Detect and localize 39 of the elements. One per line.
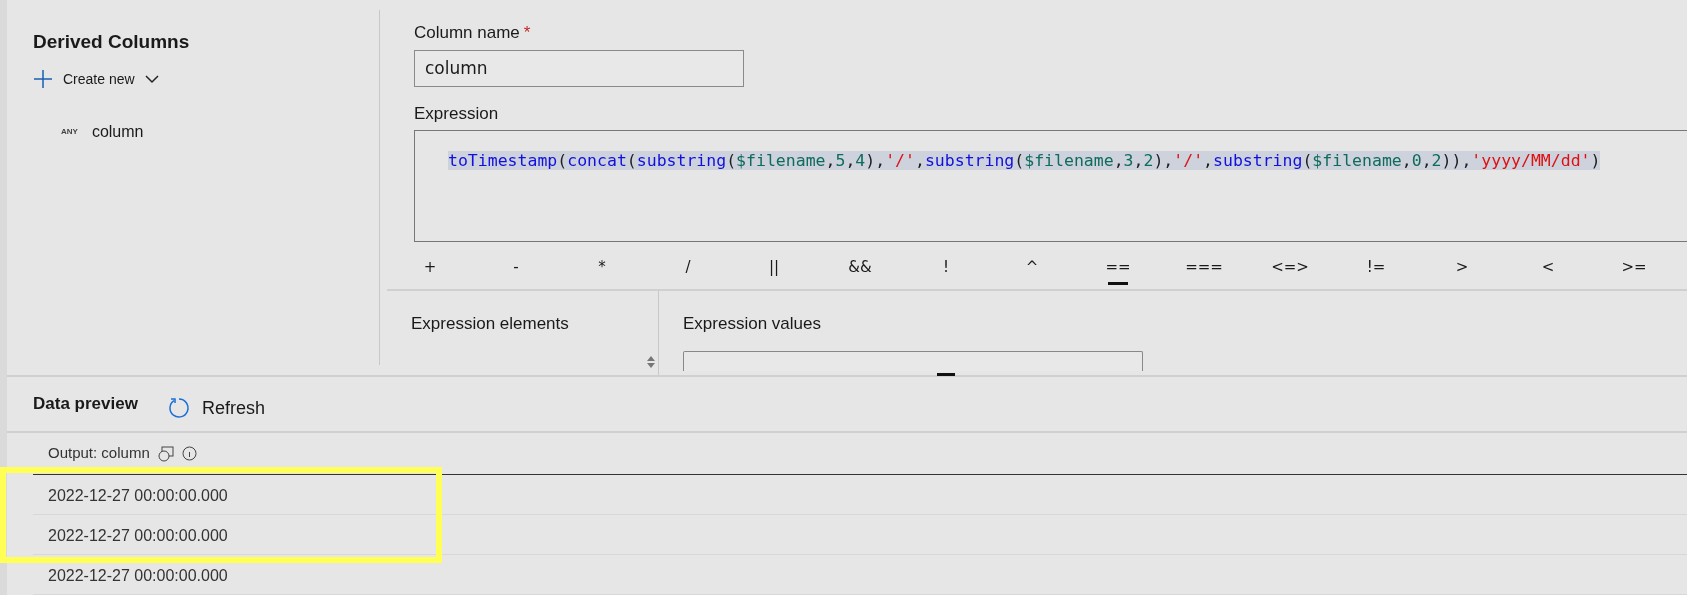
table-cell-text: 2022-12-27 00:00:00.000	[48, 485, 228, 506]
refresh-button[interactable]: Refresh	[167, 394, 265, 422]
operator-tab[interactable]: ===	[1161, 256, 1247, 285]
operator-tab[interactable]: -	[473, 256, 559, 285]
chevron-down-icon	[144, 74, 159, 84]
panel-title: Derived Columns	[33, 30, 191, 54]
operator-tab[interactable]: !	[903, 256, 989, 285]
scroll-arrows-icon	[646, 355, 656, 369]
operator-tab[interactable]: ==	[1075, 256, 1161, 285]
table-cell-text: 2022-12-27 00:00:00.000	[48, 525, 228, 546]
required-mark: *	[523, 22, 531, 44]
operator-tab[interactable]: &&	[817, 256, 903, 285]
type-label: ANY	[61, 125, 78, 138]
info-icon	[181, 446, 197, 461]
operator-tab[interactable]: *	[559, 256, 645, 285]
expression-editor[interactable]: toTimestamp(concat(substring($filename,5,4),'/',substring($filename,3,2),'/',substring($filename,0,2)),'yyyy/MM/dd')	[414, 130, 1687, 242]
table-cell-text: 2022-12-27 00:00:00.000	[48, 565, 228, 586]
refresh-icon	[167, 397, 190, 419]
operator-tab[interactable]: !=	[1333, 256, 1419, 285]
plus-icon	[33, 69, 53, 89]
column-list-item[interactable]: ANY column	[33, 119, 379, 144]
column-label: column	[91, 121, 144, 142]
operator-tab[interactable]: <=>	[1247, 256, 1333, 285]
operator-tab[interactable]: /	[645, 256, 731, 285]
field-label: Column name	[414, 22, 520, 44]
section-title: Data preview	[33, 393, 138, 416]
operator-tab[interactable]: <	[1505, 256, 1591, 285]
section-title: Expression values	[683, 313, 822, 335]
operator-tab[interactable]: ||	[731, 256, 817, 285]
operator-tab[interactable]: +	[387, 256, 473, 285]
operator-tab[interactable]: >	[1419, 256, 1505, 285]
operator-tab[interactable]: >=	[1591, 256, 1677, 285]
column-name-field[interactable]: column	[414, 49, 744, 87]
field-label: Expression	[414, 102, 500, 125]
column-header: Output: column	[48, 443, 150, 464]
section-title: Expression elements	[411, 313, 570, 335]
create-new-button[interactable]: Create new	[33, 68, 159, 90]
operator-tab[interactable]: ^	[989, 256, 1075, 285]
filter-field[interactable]	[683, 350, 1143, 371]
